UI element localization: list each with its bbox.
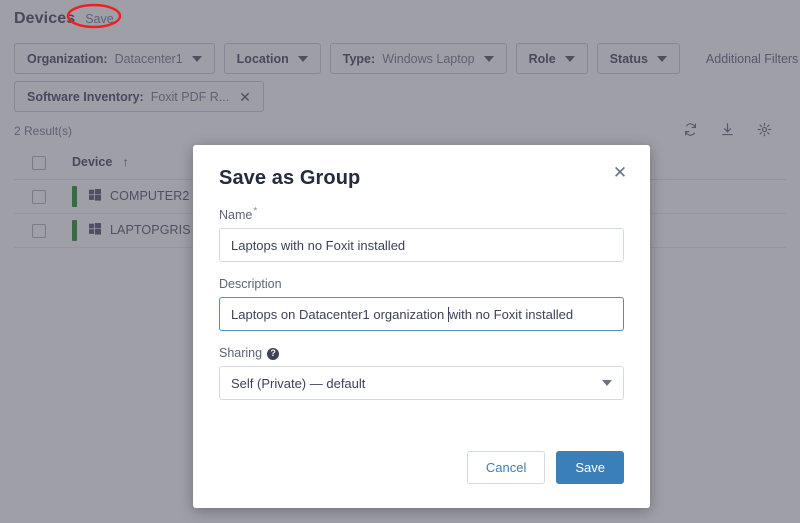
required-marker: * [253, 206, 257, 217]
description-field-group: Description Laptops on Datacenter1 organ… [219, 277, 624, 331]
description-input[interactable]: Laptops on Datacenter1 organization with… [219, 297, 624, 331]
dialog-header: Save as Group ✕ [193, 145, 650, 190]
sharing-label: Sharing? [219, 346, 624, 360]
close-icon[interactable]: ✕ [610, 164, 630, 184]
help-icon[interactable]: ? [267, 348, 279, 360]
save-as-group-dialog: Save as Group ✕ Name* Description Laptop… [193, 145, 650, 508]
dialog-title: Save as Group [219, 167, 360, 189]
name-field-group: Name* [219, 206, 624, 262]
dialog-footer: Cancel Save [193, 451, 650, 508]
save-button[interactable]: Save [556, 451, 624, 484]
sharing-selected-value: Self (Private) — default [231, 376, 365, 391]
name-label: Name* [219, 206, 624, 222]
description-text-after-cursor: with no Foxit installed [449, 307, 573, 322]
sharing-label-text: Sharing [219, 346, 262, 360]
description-label: Description [219, 277, 624, 291]
description-text-before-cursor: Laptops on Datacenter1 organization [231, 307, 448, 322]
cancel-button[interactable]: Cancel [467, 451, 545, 484]
sharing-field-group: Sharing? Self (Private) — default [219, 346, 624, 400]
sharing-select[interactable]: Self (Private) — default [219, 366, 624, 400]
name-label-text: Name [219, 208, 252, 222]
name-input[interactable] [219, 228, 624, 262]
dialog-body: Name* Description Laptops on Datacenter1… [193, 190, 650, 451]
